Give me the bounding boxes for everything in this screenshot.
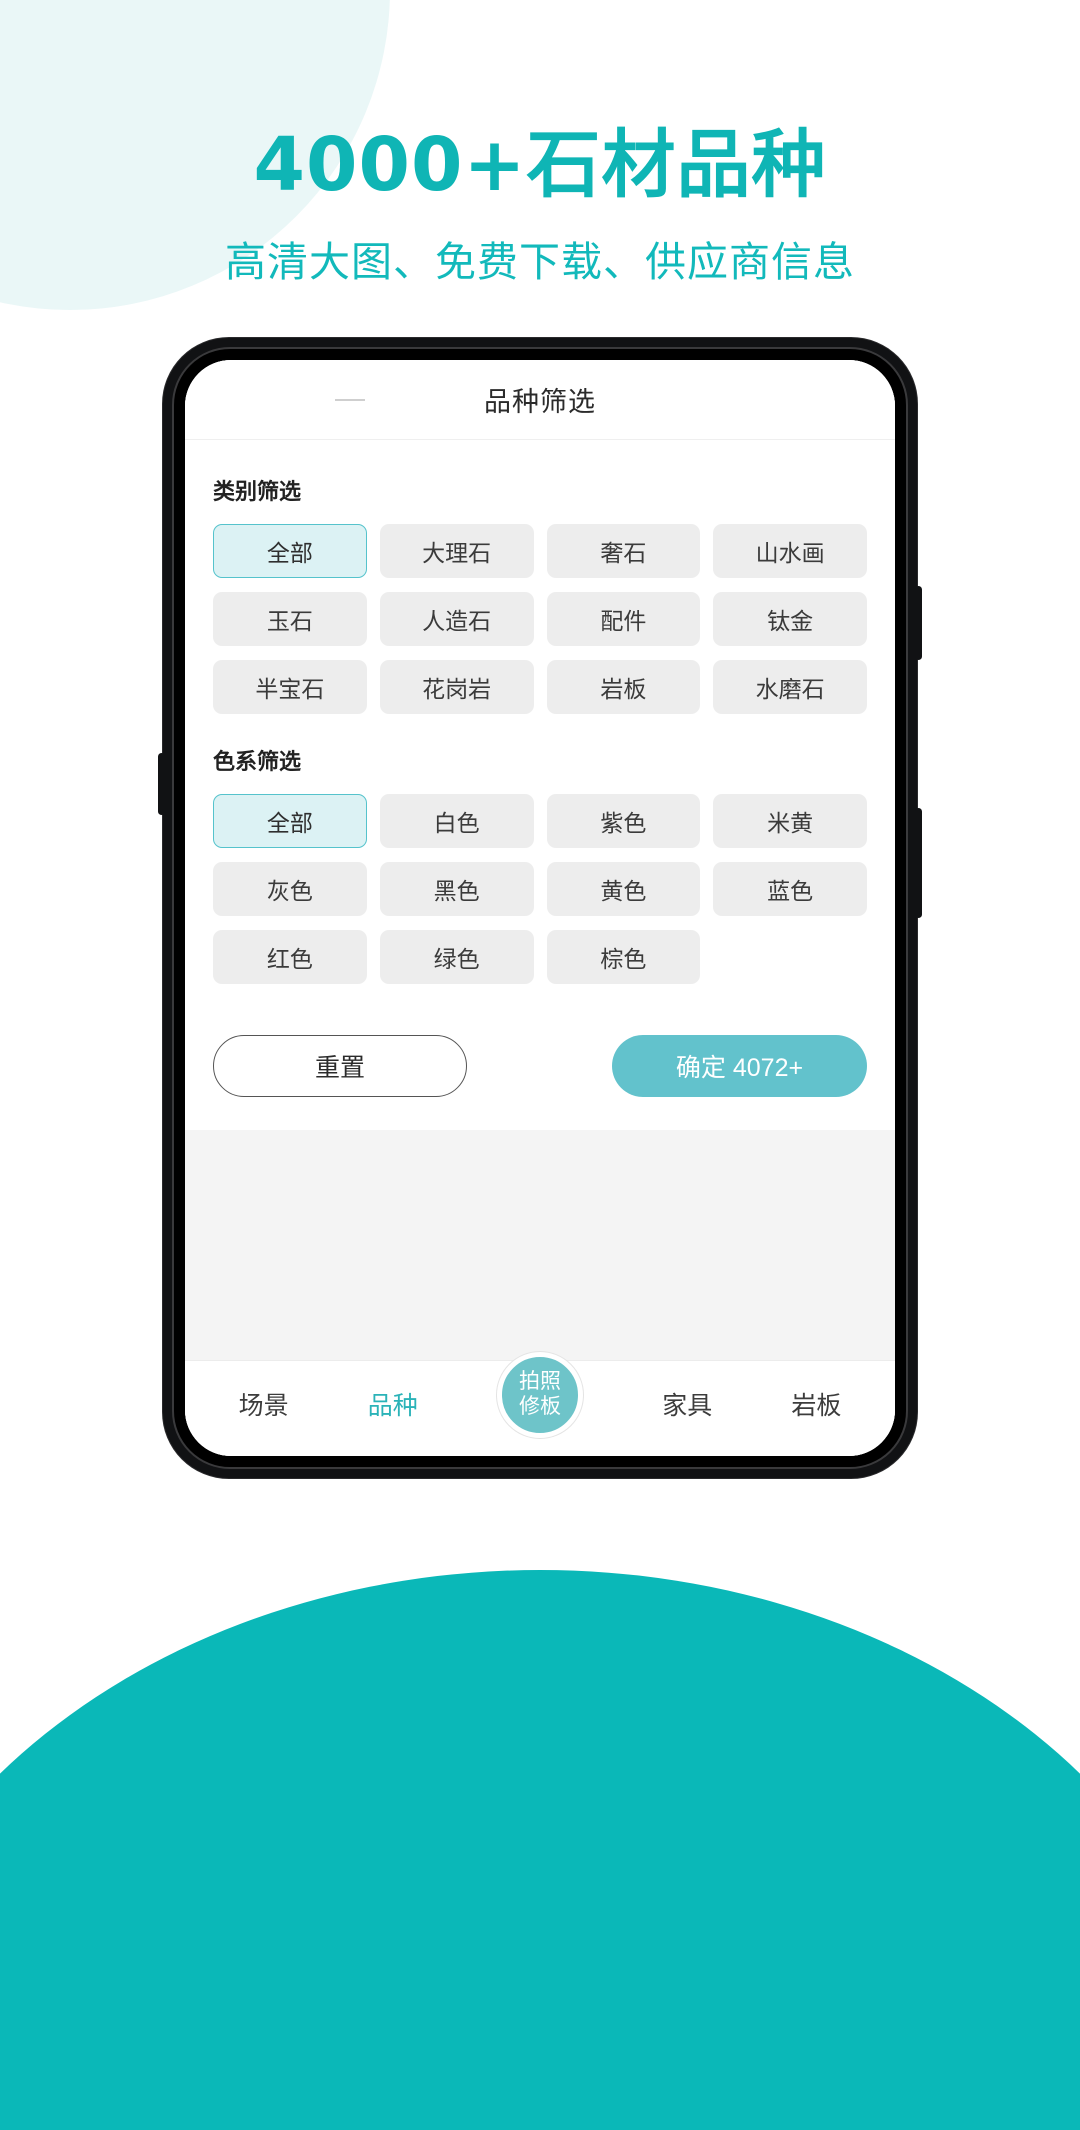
camera-label-line1: 拍照 bbox=[519, 1370, 561, 1394]
reset-button[interactable]: 重置 bbox=[213, 1035, 467, 1097]
chip-color-all[interactable]: 全部 bbox=[213, 794, 367, 848]
chip-color-red[interactable]: 红色 bbox=[213, 930, 367, 984]
app-root: 品种筛选 2 上新 西伯利亚蓝 bbox=[185, 360, 895, 1456]
chip-category-jade[interactable]: 玉石 bbox=[213, 592, 367, 646]
nav-item-variety[interactable]: 品种 bbox=[368, 1386, 418, 1422]
back-icon[interactable] bbox=[335, 398, 365, 401]
app-title: 品种筛选 bbox=[484, 387, 596, 417]
page-title: 4000+石材品种 bbox=[253, 122, 827, 208]
chip-category-terrazzo[interactable]: 水磨石 bbox=[713, 660, 867, 714]
chip-category-landscape[interactable]: 山水画 bbox=[713, 524, 867, 578]
chip-color-white[interactable]: 白色 bbox=[379, 794, 534, 848]
chip-color-purple[interactable]: 紫色 bbox=[546, 794, 701, 848]
chip-color-beige[interactable]: 米黄 bbox=[713, 794, 867, 848]
category-chip-grid: 全部 大理石 奢石 山水画 玉石 人造石 配件 钛金 半宝石 花岗岩 岩板 水磨… bbox=[213, 524, 867, 714]
filter-action-bar: 重置 确定 4072+ bbox=[185, 1002, 895, 1130]
chip-color-gray[interactable]: 灰色 bbox=[213, 862, 367, 916]
promo-subtitle: 高清大图、免费下载、供应商信息 bbox=[225, 238, 855, 286]
color-section-title: 色系筛选 bbox=[213, 749, 302, 774]
chip-category-slab[interactable]: 岩板 bbox=[546, 660, 701, 714]
filter-panel: 类别筛选 全部 大理石 奢石 山水画 玉石 人造石 配件 钛金 半宝石 花岗岩 … bbox=[185, 440, 895, 1130]
chip-category-all[interactable]: 全部 bbox=[213, 524, 367, 578]
app-header: 品种筛选 bbox=[185, 360, 895, 440]
camera-label-line2: 修板 bbox=[519, 1394, 561, 1418]
chip-category-accessories[interactable]: 配件 bbox=[546, 592, 701, 646]
phone-button-power bbox=[915, 586, 922, 660]
promo-text-block: 4000+石材品种 高清大图、免费下载、供应商信息 bbox=[0, 128, 1080, 288]
chip-category-artificial-stone[interactable]: 人造石 bbox=[379, 592, 534, 646]
nav-item-furniture[interactable]: 家具 bbox=[662, 1386, 712, 1422]
nav-item-scene[interactable]: 场景 bbox=[239, 1386, 289, 1422]
nav-item-slab[interactable]: 岩板 bbox=[791, 1386, 841, 1422]
chip-category-luxury-stone[interactable]: 奢石 bbox=[546, 524, 701, 578]
chip-category-titanium[interactable]: 钛金 bbox=[713, 592, 867, 646]
color-chip-grid: 全部 白色 紫色 米黄 灰色 黑色 黄色 蓝色 红色 绿色 棕色 bbox=[213, 794, 867, 984]
bottom-nav: 场景 品种 拍照 修板 家具 岩板 bbox=[185, 1351, 895, 1456]
chip-color-blue[interactable]: 蓝色 bbox=[713, 862, 867, 916]
decorative-wave-bottom bbox=[0, 1570, 1080, 2130]
phone-button-volume bbox=[915, 808, 922, 918]
chip-color-green[interactable]: 绿色 bbox=[379, 930, 534, 984]
phone-mockup: 品种筛选 2 上新 西伯利亚蓝 bbox=[158, 338, 922, 1478]
phone-button-silent bbox=[158, 753, 165, 815]
phone-screen: 品种筛选 2 上新 西伯利亚蓝 bbox=[185, 360, 895, 1456]
camera-button[interactable]: 拍照 修板 bbox=[497, 1351, 583, 1438]
chip-color-yellow[interactable]: 黄色 bbox=[546, 862, 701, 916]
category-section-title: 类别筛选 bbox=[213, 479, 302, 504]
chip-category-marble[interactable]: 大理石 bbox=[379, 524, 534, 578]
chip-category-semi-precious[interactable]: 半宝石 bbox=[213, 660, 367, 714]
chip-color-brown[interactable]: 棕色 bbox=[546, 930, 701, 984]
chip-category-granite[interactable]: 花岗岩 bbox=[379, 660, 534, 714]
chip-color-black[interactable]: 黑色 bbox=[379, 862, 534, 916]
confirm-button[interactable]: 确定 4072+ bbox=[612, 1035, 867, 1097]
